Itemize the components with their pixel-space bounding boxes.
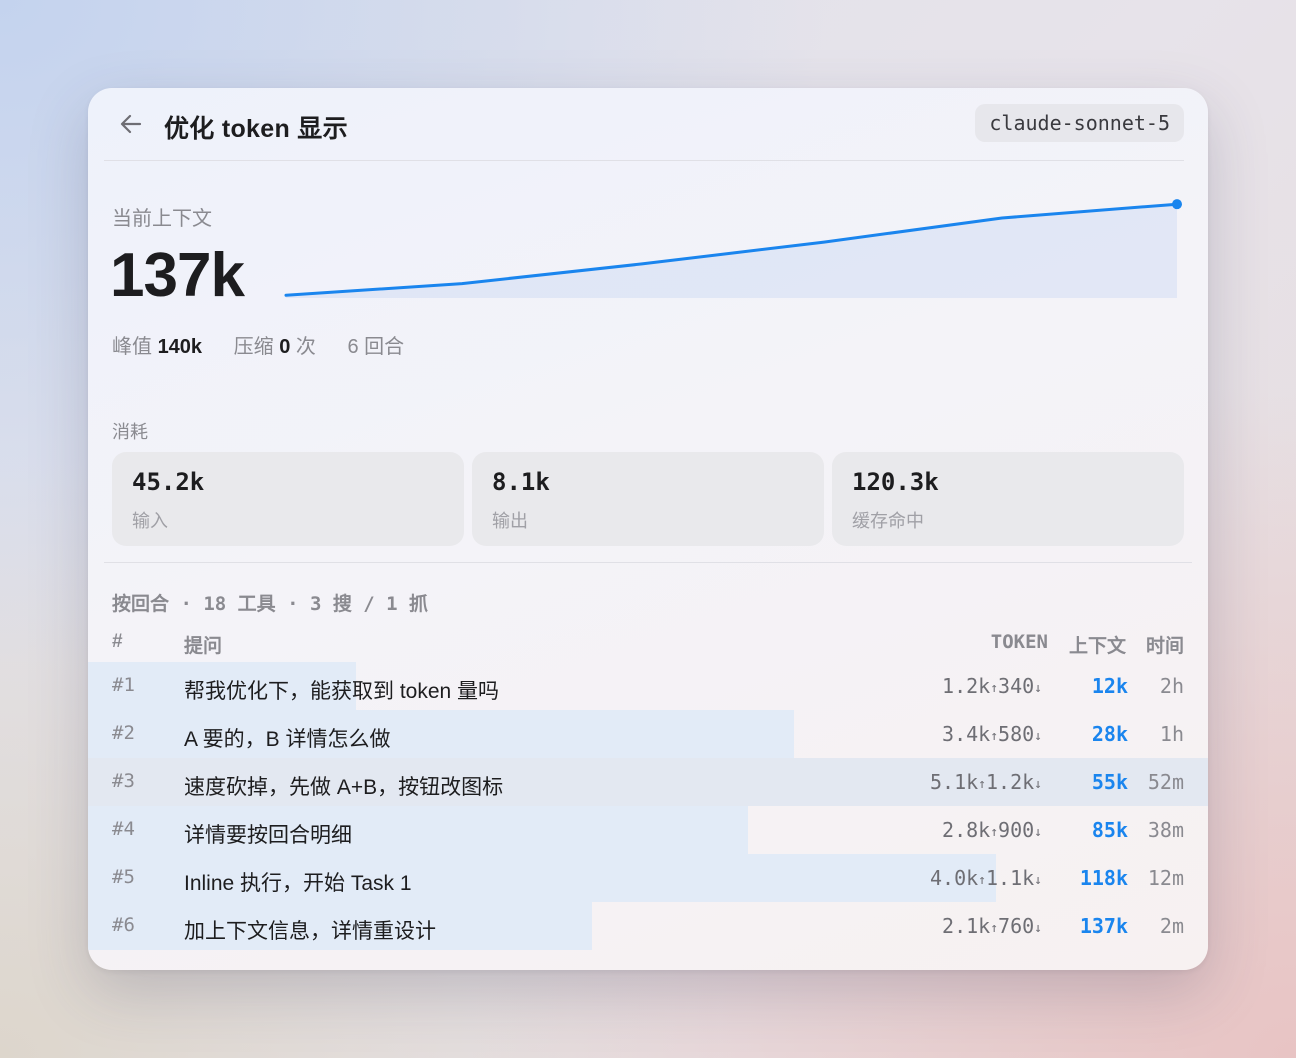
row-prompt: 详情要按回合明细 xyxy=(184,824,352,847)
row-token-in: 5.1k xyxy=(930,770,979,794)
row-prompt: A 要的，B 详情怎么做 xyxy=(184,728,391,751)
row-token: 4.0k↑1.1k↓ xyxy=(930,866,1042,890)
row-number: #4 xyxy=(112,818,135,840)
compress-stat: 压缩 0 次 xyxy=(233,336,316,358)
table-row[interactable]: #4 详情要按回合明细 2.8k↑900↓ 85k 38m xyxy=(88,806,1208,854)
row-token-in: 3.4k xyxy=(942,722,991,746)
context-stats: 峰值 140k 压缩 0 次 6 回合 xyxy=(112,330,430,359)
row-token-in: 4.0k xyxy=(930,866,979,890)
table-header: # 提问 TOKEN 上下文 时间 xyxy=(88,628,1208,658)
row-token-in: 2.8k xyxy=(942,818,991,842)
usage-label: 消耗 xyxy=(112,422,148,442)
cache-usage-card: 120.3k 缓存命中 xyxy=(832,452,1184,546)
row-token-out: 900 xyxy=(998,818,1035,842)
output-usage-label: 输出 xyxy=(492,511,528,531)
row-context: 55k xyxy=(1091,770,1128,794)
usage-cards: 45.2k 输入 8.1k 输出 120.3k 缓存命中 xyxy=(112,452,1184,546)
row-number: #6 xyxy=(112,914,135,936)
row-token: 5.1k↑1.2k↓ xyxy=(930,770,1042,794)
arrow-down-icon: ↓ xyxy=(1034,729,1042,744)
cache-usage-label: 缓存命中 xyxy=(852,511,924,531)
arrow-down-icon: ↓ xyxy=(1034,825,1042,840)
row-token-in: 1.2k xyxy=(942,674,991,698)
table-row[interactable]: #5 Inline 执行，开始 Task 1 4.0k↑1.1k↓ 118k 12m xyxy=(88,854,1208,902)
input-usage-value: 45.2k xyxy=(132,468,205,496)
row-number: #3 xyxy=(112,770,135,792)
row-token-in: 2.1k xyxy=(942,914,991,938)
col-time: 时间 xyxy=(1145,636,1184,657)
input-usage-card: 45.2k 输入 xyxy=(112,452,464,546)
row-time: 38m xyxy=(1147,818,1184,842)
row-context: 28k xyxy=(1091,722,1128,746)
row-token: 3.4k↑580↓ xyxy=(942,722,1042,746)
arrow-up-icon: ↑ xyxy=(990,681,999,696)
row-prompt: Inline 执行，开始 Task 1 xyxy=(184,872,412,895)
context-label: 当前上下文 xyxy=(112,208,212,230)
row-token-out: 760 xyxy=(998,914,1035,938)
arrow-down-icon: ↓ xyxy=(1034,921,1042,936)
row-number: #2 xyxy=(112,722,135,744)
arrow-up-icon: ↑ xyxy=(978,873,986,888)
input-usage-label: 输入 xyxy=(132,511,168,531)
arrow-up-icon: ↑ xyxy=(978,777,986,792)
output-usage-card: 8.1k 输出 xyxy=(472,452,824,546)
row-token-out: 580 xyxy=(998,722,1035,746)
model-badge[interactable]: claude-sonnet-5 xyxy=(975,104,1184,142)
col-prompt: 提问 xyxy=(184,636,223,657)
row-time: 12m xyxy=(1147,866,1184,890)
context-area-fill xyxy=(286,204,1177,298)
row-time: 2h xyxy=(1159,674,1184,698)
row-prompt: 帮我优化下，能获取到 token 量吗 xyxy=(184,680,500,703)
row-prompt: 速度砍掉，先做 A+B，按钮改图标 xyxy=(184,776,504,799)
cache-usage-value: 120.3k xyxy=(852,468,939,496)
rounds-table: #1 帮我优化下，能获取到 token 量吗 1.2k↑340↓ 12k 2h #2 A 要… xyxy=(88,662,1208,950)
row-token: 2.8k↑900↓ xyxy=(942,818,1042,842)
row-token-out: 1.1k xyxy=(986,866,1035,890)
arrow-down-icon: ↓ xyxy=(1034,681,1042,696)
arrow-down-icon: ↓ xyxy=(1034,777,1042,792)
table-row[interactable]: #2 A 要的，B 详情怎么做 3.4k↑580↓ 28k 1h xyxy=(88,710,1208,758)
table-row[interactable]: #6 加上下文信息，详情重设计 2.1k↑760↓ 137k 2m xyxy=(88,902,1208,950)
token-details-panel: 优化 token 显示 claude-sonnet-5 当前上下文 137k 峰… xyxy=(88,88,1208,970)
row-number: #1 xyxy=(112,674,135,696)
row-time: 52m xyxy=(1147,770,1184,794)
arrow-up-icon: ↑ xyxy=(990,729,999,744)
col-num: # xyxy=(112,631,123,652)
row-token: 2.1k↑760↓ xyxy=(942,914,1042,938)
context-value: 137k xyxy=(110,241,245,310)
context-sparkline xyxy=(284,199,1182,298)
row-number: #5 xyxy=(112,866,135,888)
arrow-down-icon: ↓ xyxy=(1034,873,1042,888)
row-time: 2m xyxy=(1159,914,1184,938)
row-context: 12k xyxy=(1091,674,1128,698)
arrow-up-icon: ↑ xyxy=(990,921,999,936)
row-token-out: 340 xyxy=(998,674,1035,698)
row-context: 85k xyxy=(1091,818,1128,842)
row-token-out: 1.2k xyxy=(986,770,1035,794)
arrow-up-icon: ↑ xyxy=(990,825,999,840)
rounds-summary: 按回合 · 18 工具 · 3 搜 / 1 抓 xyxy=(112,593,429,615)
section-divider xyxy=(104,562,1192,563)
col-token: TOKEN xyxy=(990,631,1048,653)
panel-header: 优化 token 显示 claude-sonnet-5 xyxy=(104,88,1184,161)
row-context: 137k xyxy=(1079,914,1128,938)
peak-stat: 峰值 140k xyxy=(112,336,203,358)
row-prompt: 加上下文信息，详情重设计 xyxy=(184,920,436,943)
table-row[interactable]: #3 速度砍掉，先做 A+B，按钮改图标 5.1k↑1.2k↓ 55k 52m xyxy=(88,758,1208,806)
table-row[interactable]: #1 帮我优化下，能获取到 token 量吗 1.2k↑340↓ 12k 2h xyxy=(88,662,1208,710)
arrow-left-icon[interactable] xyxy=(118,111,144,137)
row-context: 118k xyxy=(1079,866,1128,890)
row-time: 1h xyxy=(1159,722,1184,746)
output-usage-value: 8.1k xyxy=(492,468,550,496)
page-title: 优化 token 显示 xyxy=(164,115,348,143)
col-context: 上下文 xyxy=(1068,636,1126,657)
row-token: 1.2k↑340↓ xyxy=(942,674,1042,698)
context-latest-point xyxy=(1172,199,1182,210)
rounds-stat: 6 回合 xyxy=(347,336,405,358)
